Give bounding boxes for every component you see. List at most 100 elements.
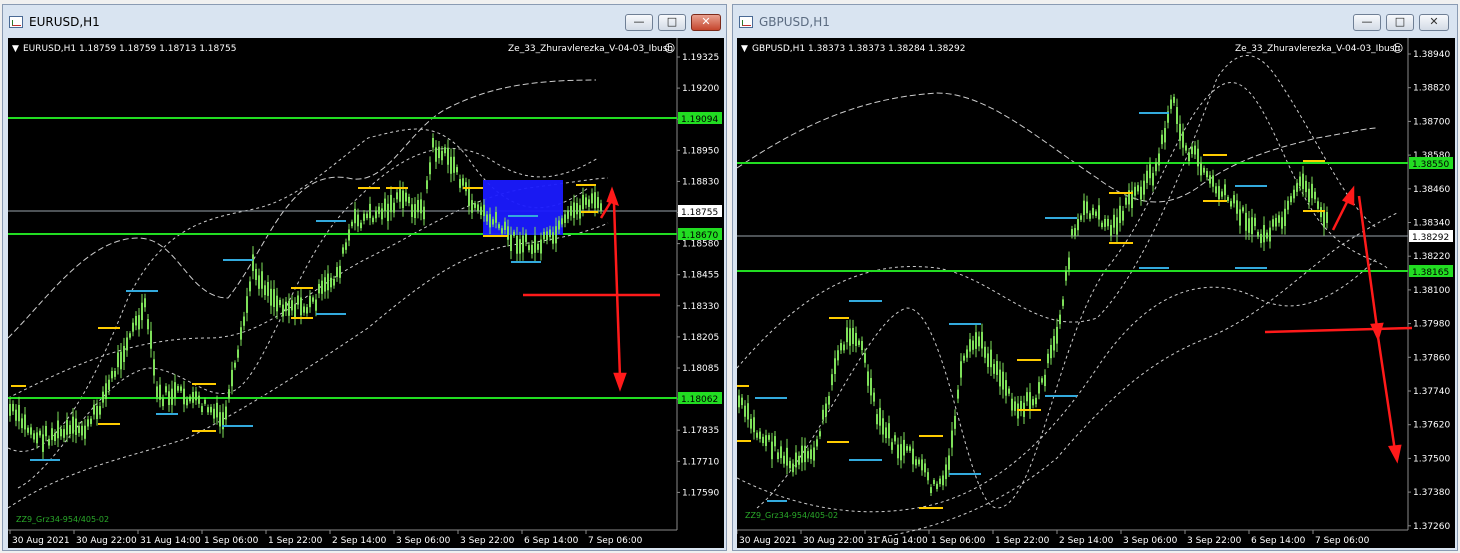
price-chart[interactable]: ▼ EURUSD,H1 1.18759 1.18759 1.18713 1.18… <box>8 38 724 548</box>
candle-body <box>156 386 158 398</box>
candle-body <box>975 332 977 349</box>
candle-body <box>927 472 929 481</box>
candle-body <box>549 229 551 238</box>
candle-body <box>867 371 869 386</box>
candle-body <box>1299 176 1301 187</box>
candle-body <box>1026 392 1028 402</box>
title-bar[interactable]: GBPUSD,H1 — □ ✕ <box>733 5 1457 35</box>
candle-body <box>252 254 254 271</box>
candle-body <box>1104 218 1106 227</box>
price-tick-label: 1.37260 <box>1413 522 1450 532</box>
price-tick-label: 1.38700 <box>1413 117 1450 127</box>
candle-body <box>882 418 884 435</box>
candle-body <box>738 395 740 408</box>
candle-body <box>165 386 167 393</box>
candle-body <box>27 427 29 433</box>
candle-body <box>1272 219 1274 227</box>
candle-body <box>795 452 797 468</box>
candle-body <box>240 327 242 340</box>
candle-body <box>15 409 17 421</box>
candle-body <box>24 414 26 430</box>
window-title: EURUSD,H1 <box>29 15 100 29</box>
candle-body <box>1227 196 1229 201</box>
smiley-icon: ☺ <box>1392 42 1403 55</box>
symbol-dropdown-icon[interactable]: ▼ <box>741 44 748 54</box>
symbol-dropdown-icon[interactable]: ▼ <box>12 44 19 54</box>
candle-body <box>9 403 11 416</box>
candle-body <box>1032 399 1034 406</box>
zigzag-label: ZZ9_Grz34-954/405-02 <box>16 515 109 524</box>
candle-body <box>360 222 362 229</box>
envelope-bands <box>737 55 1398 539</box>
candle-body <box>900 444 902 461</box>
candle-body <box>120 351 122 370</box>
candle-body <box>273 289 275 307</box>
candle-body <box>1248 218 1250 233</box>
candle-body <box>1164 128 1166 143</box>
candle-body <box>1263 225 1265 243</box>
candle-body <box>1110 225 1112 236</box>
candle-body <box>894 435 896 442</box>
candle-body <box>567 210 569 219</box>
candle-body <box>939 478 941 485</box>
time-tick-label: 31 Aug 14:00 <box>867 536 928 546</box>
chart-window-eurusd[interactable]: EURUSD,H1 — □ ✕ ▼ EURUSD,H1 1.18759 1.18… <box>2 4 727 551</box>
candle-body <box>276 295 278 312</box>
candle-body <box>324 277 326 292</box>
time-tick-label: 7 Sep 06:00 <box>1315 536 1370 546</box>
candle-body <box>960 361 962 378</box>
maximize-button[interactable]: □ <box>1386 14 1414 31</box>
candle-body <box>441 150 443 161</box>
candle-body <box>489 214 491 228</box>
price-tick-label: 1.18455 <box>682 271 719 281</box>
candle-body <box>1206 171 1208 178</box>
candle-body <box>825 403 827 417</box>
candle-body <box>969 339 971 352</box>
candle-body <box>513 231 515 236</box>
zone-rectangle[interactable] <box>483 180 563 235</box>
indicator-name: Ze_33_Zhuravlerezka_V-04-03_Ibush <box>1235 44 1400 54</box>
candle-body <box>78 425 80 434</box>
chart-window-gbpusd[interactable]: GBPUSD,H1 — □ ✕ ▼ GBPUSD,H1 1.38373 1.38… <box>732 4 1458 551</box>
candle-body <box>321 280 323 294</box>
candle-body <box>546 231 548 240</box>
maximize-button[interactable]: □ <box>658 14 686 31</box>
candle-body <box>1158 153 1160 166</box>
candle-body <box>450 156 452 174</box>
candle-body <box>774 436 776 447</box>
candle-body <box>525 233 527 242</box>
candle-body <box>813 447 815 461</box>
candle-body <box>1221 191 1223 197</box>
candle-body <box>1125 197 1127 205</box>
red-arrow-annotations[interactable] <box>1264 185 1413 464</box>
title-bar[interactable]: EURUSD,H1 — □ ✕ <box>3 5 726 35</box>
close-button[interactable]: ✕ <box>691 14 721 31</box>
candle-body <box>408 196 410 204</box>
candle-body <box>456 167 458 173</box>
candle-body <box>585 197 587 205</box>
candle-body <box>234 362 236 368</box>
price-tick-label: 1.38940 <box>1413 50 1450 60</box>
candle-body <box>96 406 98 420</box>
close-button[interactable]: ✕ <box>1419 14 1449 31</box>
candle-body <box>249 281 251 292</box>
candle-body <box>996 361 998 375</box>
time-tick-label: 2 Sep 14:00 <box>332 536 387 546</box>
candle-body <box>828 396 830 405</box>
candle-body <box>1242 207 1244 212</box>
candle-body <box>294 304 296 319</box>
candle-body <box>375 210 377 219</box>
candle-body <box>600 203 602 211</box>
candle-body <box>1269 227 1271 242</box>
candle-body <box>99 406 101 415</box>
candle-body <box>1083 200 1085 216</box>
minimize-button[interactable]: — <box>625 14 653 31</box>
candle-body <box>522 235 524 253</box>
candle-body <box>1050 344 1052 359</box>
price-tick-label: 1.18330 <box>682 302 719 312</box>
candle-body <box>48 438 50 446</box>
time-ticks: 30 Aug 2021 30 Aug 22:00 31 Aug 14:00 1 Sep… <box>9 530 643 546</box>
price-chart[interactable]: ▼ GBPUSD,H1 1.38373 1.38373 1.38284 1.38… <box>737 38 1455 548</box>
minimize-button[interactable]: — <box>1353 14 1381 31</box>
candle-body <box>1326 212 1328 223</box>
